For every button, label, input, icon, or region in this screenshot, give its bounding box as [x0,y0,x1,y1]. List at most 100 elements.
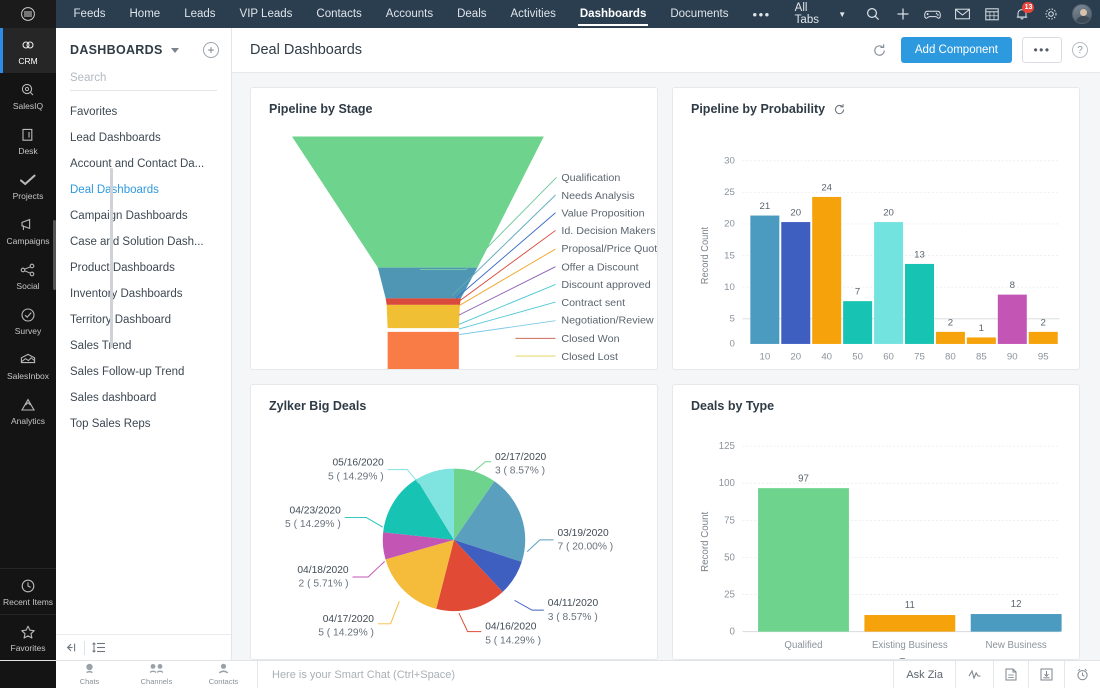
dashboard-item-deal-dashboards[interactable]: Deal Dashboards [56,177,231,203]
add-component-button[interactable]: Add Component [901,37,1012,63]
nav-tab-vip-leads[interactable]: VIP Leads [228,0,305,28]
chat-tools: Chats Channels Contacts [56,661,258,688]
dashboard-item-inventory-dashboards[interactable]: Inventory Dashboards [56,281,231,307]
rail-item-survey[interactable]: Survey [0,298,56,343]
dashboard-item-territory-dashboard[interactable]: Territory Dashboard [56,307,231,333]
more-options-button[interactable]: ••• [1022,37,1062,63]
nav-tab-activities[interactable]: Activities [499,0,568,28]
bar-20[interactable] [781,222,810,344]
dashboard-item-campaign-dashboards[interactable]: Campaign Dashboards [56,203,231,229]
dashboard-item-favorites[interactable]: Favorites [56,99,231,125]
rail-item-desk[interactable]: Desk [0,118,56,163]
channels-button[interactable]: Channels [123,661,190,688]
collapse-panel-icon[interactable] [56,635,84,661]
rail-item-campaigns[interactable]: Campaigns [0,208,56,253]
bar-60[interactable] [874,222,903,344]
pie-value-02-17-2020: 3 ( 8.57% ) [495,466,545,477]
channels-icon [149,663,164,676]
chevron-down-icon[interactable] [171,48,179,53]
all-tabs-dropdown[interactable]: All Tabs ▼ [783,2,858,26]
bar-new-business[interactable] [971,614,1062,632]
reminder-icon[interactable] [1064,661,1100,688]
bar-value-60: 20 [883,208,894,219]
nav-tab-feeds[interactable]: Feeds [62,0,118,28]
card-zylker-big-deals: Zylker Big Deals [250,384,658,660]
help-icon[interactable]: ? [1072,42,1088,58]
pie-label-03-19-2020: 03/19/2020 [557,528,609,539]
rail-item-favorites[interactable]: Favorites [0,614,56,660]
hamburger-menu-icon[interactable] [0,0,56,28]
gamification-icon[interactable] [918,0,948,28]
rail-item-salesiq[interactable]: SalesIQ [0,73,56,118]
dashboard-item-account-and-contact[interactable]: Account and Contact Da... [56,151,231,177]
y-tick-25: 25 [724,187,735,198]
nav-tab-deals[interactable]: Deals [445,0,498,28]
nav-tab-documents[interactable]: Documents [658,0,740,28]
bar-value-20: 20 [790,208,801,219]
funnel-segment-proposal-price-quote[interactable] [387,305,460,328]
dashboard-item-sales-followup-trend[interactable]: Sales Follow-up Trend [56,359,231,385]
rail-item-salesinbox[interactable]: SalesInbox [0,343,56,388]
refresh-icon[interactable] [869,39,891,61]
dashboard-item-top-sales-reps[interactable]: Top Sales Reps [56,411,231,437]
pie-value-04-18-2020: 2 ( 5.71% ) [299,579,349,590]
funnel-segment-qualification[interactable] [292,136,544,267]
smart-chat-input[interactable]: Here is your Smart Chat (Ctrl+Space) [258,661,893,688]
dashboard-item-lead-dashboards[interactable]: Lead Dashboards [56,125,231,151]
add-dashboard-icon[interactable]: + [203,42,219,58]
import-icon[interactable] [1028,661,1064,688]
bar-75[interactable] [905,264,934,344]
nav-tab-leads[interactable]: Leads [172,0,227,28]
funnel-segment-closed-lost[interactable] [388,332,459,369]
bar-qualified[interactable] [758,488,849,631]
chats-button[interactable]: Chats [56,661,123,688]
rail-item-analytics[interactable]: Analytics [0,388,56,433]
x-tick-new-business: New Business [986,640,1047,651]
user-avatar[interactable] [1072,4,1092,24]
search-input[interactable] [70,68,217,91]
bar-80[interactable] [936,332,965,344]
bar-50[interactable] [843,301,872,344]
pie-value-04-16-2020: 5 ( 14.29% ) [485,635,541,646]
settings-gear-icon[interactable] [1036,0,1066,28]
sort-list-icon[interactable] [85,635,113,661]
bar-existing-business[interactable] [864,615,955,632]
bar-40[interactable] [812,197,841,344]
nav-tab-dashboards[interactable]: Dashboards [568,0,658,28]
rail-item-crm[interactable]: CRM [0,28,56,73]
bar-85[interactable] [967,337,996,344]
x-tick-20: 20 [790,352,801,363]
search-icon[interactable] [858,0,888,28]
nav-tab-accounts[interactable]: Accounts [374,0,445,28]
rail-item-projects[interactable]: Projects [0,163,56,208]
nav-tab-home[interactable]: Home [118,0,173,28]
bar-value-95: 2 [1041,317,1046,328]
dashboard-item-sales-trend[interactable]: Sales Trend [56,333,231,359]
rail-item-recent-items[interactable]: Recent Items [0,568,56,614]
contacts-button[interactable]: Contacts [190,661,257,688]
funnel-segment-decision-makers[interactable] [386,298,461,305]
dashboard-item-product-dashboards[interactable]: Product Dashboards [56,255,231,281]
nav-tab-contacts[interactable]: Contacts [304,0,373,28]
nav-overflow-icon[interactable]: ••• [741,0,783,28]
rail-item-social[interactable]: Social [0,253,56,298]
bar-95[interactable] [1029,332,1058,344]
pie-value-05-16-2020: 5 ( 14.29% ) [328,471,384,482]
panel-scrollbar[interactable] [110,168,113,348]
card-title: Pipeline by Stage [251,88,657,116]
zia-voice-icon[interactable] [955,661,993,688]
dashboard-item-sales-dashboard[interactable]: Sales dashboard [56,385,231,411]
ask-zia-button[interactable]: Ask Zia [893,661,955,688]
dashboard-item-case-and-solution[interactable]: Case and Solution Dash... [56,229,231,255]
refresh-icon[interactable] [833,103,846,116]
page-title: Deal Dashboards [250,42,362,58]
mail-icon[interactable] [947,0,977,28]
x-tick-10: 10 [759,352,770,363]
bar-90[interactable] [998,295,1027,344]
notifications-icon[interactable]: 13 [1007,0,1037,28]
bar-10[interactable] [750,216,779,344]
funnel-segment-needs-analysis[interactable] [378,268,478,299]
notes-icon[interactable] [993,661,1028,688]
plus-icon[interactable] [888,0,918,28]
calendar-icon[interactable] [977,0,1007,28]
